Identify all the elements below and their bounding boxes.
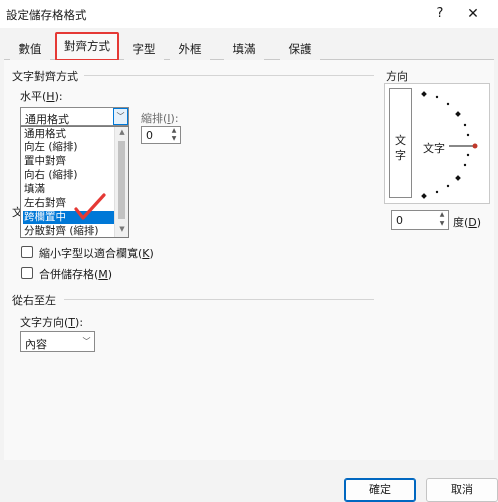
spin-up-icon[interactable]: ▲ [436, 211, 448, 220]
group-separator [64, 299, 374, 300]
horizontal-select-value: 通用格式 [25, 113, 69, 126]
degrees-value: 0 [396, 214, 403, 227]
scroll-up-icon[interactable]: ▲ [117, 128, 127, 136]
chevron-down-icon[interactable]: ﹀ [79, 332, 94, 351]
dial-marker [455, 111, 461, 117]
text-direction-label: 文字方向(T): [20, 316, 84, 329]
scroll-thumb[interactable] [118, 141, 125, 219]
spin-down-icon[interactable]: ▼ [168, 135, 180, 143]
dial-text: 文字 [423, 142, 445, 155]
dial-handle [472, 143, 478, 149]
horizontal-select[interactable]: 通用格式 ﹀ [20, 107, 129, 126]
degrees-label: 度(D) [453, 216, 482, 229]
dropdown-item[interactable]: 向右 (縮排) [23, 169, 115, 182]
merge-cells-label: 合併儲存格(M) [39, 268, 113, 281]
indent-spin-buttons: ▲ ▼ [168, 127, 180, 143]
text-direction-value: 內容 [25, 338, 47, 351]
vertical-text-char: 文 [395, 134, 406, 147]
shrink-to-fit-label: 縮小字型以適合欄寬(K) [39, 247, 154, 260]
help-icon[interactable]: ? [430, 4, 450, 24]
ok-button[interactable]: 確定 [344, 478, 416, 502]
indent-value: 0 [146, 129, 153, 142]
dropdown-item[interactable]: 分散對齊 (縮排) [23, 225, 115, 238]
tab-alignment[interactable]: 對齊方式 [56, 32, 118, 61]
orientation-group-title: 方向 [386, 70, 408, 83]
degrees-spin-buttons: ▲ ▼ [436, 211, 448, 229]
tab-fill[interactable]: 填滿 [224, 38, 264, 60]
tab-protection[interactable]: 保護 [280, 38, 320, 60]
text-alignment-group-title: 文字對齊方式 [12, 70, 78, 83]
dial-dot [466, 153, 470, 157]
indent-spinner[interactable]: 0 ▲ ▼ [141, 126, 181, 144]
dial-dot [466, 133, 470, 137]
vertical-text-toggle[interactable]: 文 字 [389, 88, 412, 198]
close-icon[interactable]: ✕ [463, 4, 483, 24]
dropdown-item[interactable]: 通用格式 [23, 128, 115, 141]
tab-border[interactable]: 外框 [170, 38, 210, 60]
group-separator [84, 75, 374, 76]
dial-dot [463, 123, 467, 127]
vertical-text-char: 字 [395, 149, 406, 162]
text-direction-select[interactable]: 內容 ﹀ [20, 331, 95, 352]
degrees-spinner[interactable]: 0 ▲ ▼ [391, 210, 449, 230]
dropdown-scrollbar[interactable]: ▲ ▼ [114, 127, 128, 237]
dial-marker [455, 175, 461, 181]
title-bar: 設定儲存格格式 ? ✕ [0, 0, 498, 28]
rtl-group-title: 從右至左 [12, 294, 56, 307]
spin-down-icon[interactable]: ▼ [436, 220, 448, 229]
format-cells-dialog: 設定儲存格格式 ? ✕ 數值 對齊方式 字型 外框 填滿 保護 文字對齊方式 水… [0, 0, 498, 502]
dial-dot [446, 184, 450, 188]
cancel-button[interactable]: 取消 [426, 478, 498, 502]
dialog-footer [0, 470, 498, 502]
scroll-down-icon[interactable]: ▼ [117, 225, 127, 233]
dial-dot [446, 102, 450, 106]
tab-number[interactable]: 數值 [10, 38, 50, 60]
merge-cells-checkbox[interactable] [21, 267, 33, 279]
horizontal-label: 水平(H): [20, 90, 63, 103]
shrink-to-fit-checkbox[interactable] [21, 246, 33, 258]
dial-dot [435, 95, 439, 99]
dial-dot [463, 163, 467, 167]
chevron-down-icon[interactable]: ﹀ [113, 108, 128, 125]
indent-label: 縮排(I): [141, 112, 179, 125]
tab-font[interactable]: 字型 [124, 38, 164, 60]
dropdown-item[interactable]: 置中對齊 [23, 155, 115, 168]
spin-up-icon[interactable]: ▲ [168, 127, 180, 135]
red-check-icon [74, 193, 106, 220]
dial-dot [435, 190, 439, 194]
dial-marker [421, 193, 427, 199]
dialog-title: 設定儲存格格式 [6, 8, 87, 22]
dropdown-item[interactable]: 向左 (縮排) [23, 141, 115, 154]
dial-marker [421, 91, 427, 97]
